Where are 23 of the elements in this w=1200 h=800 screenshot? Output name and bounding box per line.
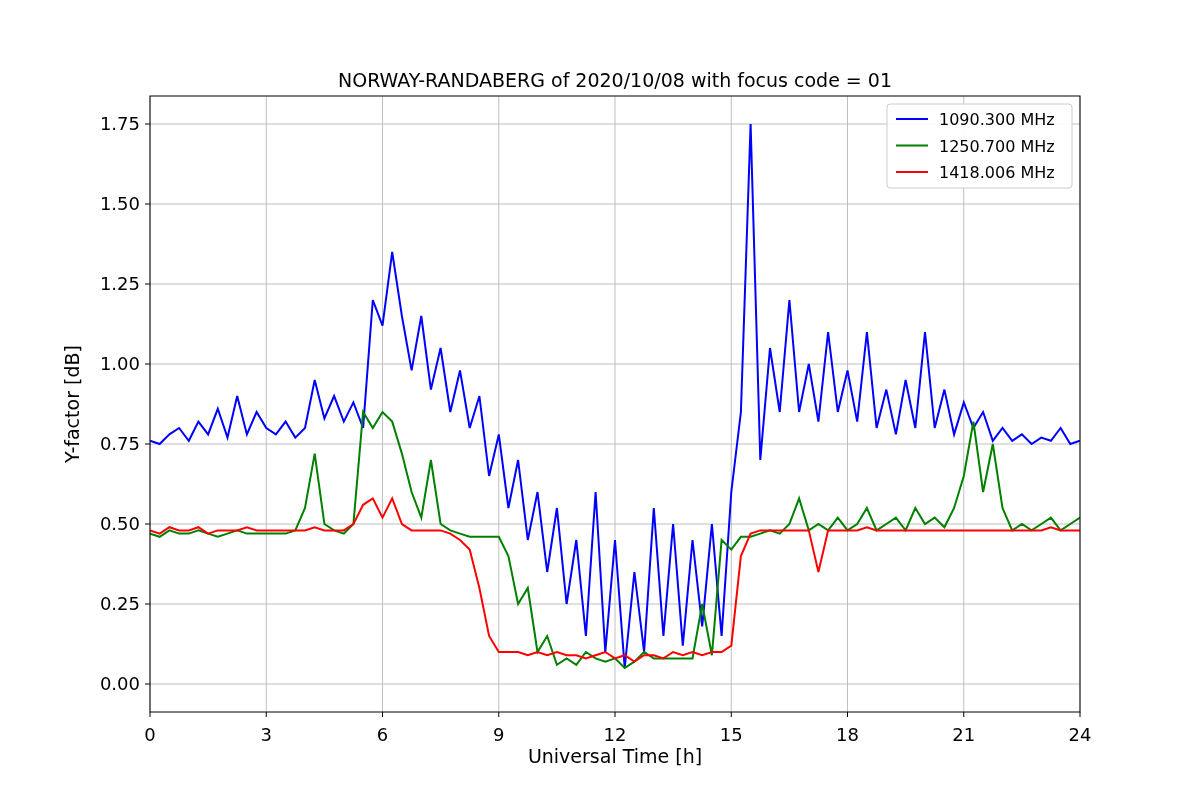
x-tick-label: 18 (836, 724, 859, 745)
x-tick-label: 21 (952, 724, 976, 745)
x-tick-label: 15 (719, 724, 743, 745)
y-tick-label: 0.75 (99, 433, 140, 454)
x-tick-label: 6 (376, 724, 389, 745)
x-tick-label: 9 (493, 724, 505, 745)
y-tick-label: 1.00 (99, 353, 140, 374)
y-tick-label: 0.50 (99, 513, 140, 534)
x-tick-label: 0 (144, 724, 156, 745)
x-tick-label: 3 (260, 724, 272, 745)
legend-label: 1090.300 MHz (939, 110, 1055, 129)
x-axis-label: Universal Time [h] (527, 745, 703, 767)
y-tick-label: 0.25 (99, 593, 140, 614)
y-tick-label: 1.50 (99, 193, 140, 214)
legend-label: 1418.006 MHz (939, 163, 1055, 182)
x-tick-label: 12 (603, 724, 627, 745)
chart-title: NORWAY-RANDABERG of 2020/10/08 with focus code = 01 (338, 69, 892, 91)
x-tick-label: 24 (1068, 724, 1092, 745)
y-tick-label: 0.00 (99, 673, 140, 694)
y-tick-label: 1.25 (99, 273, 140, 294)
legend-label: 1250.700 MHz (939, 136, 1055, 156)
y-axis-label: Y-factor [dB] (61, 345, 83, 463)
y-tick-label: 1.75 (99, 113, 140, 134)
